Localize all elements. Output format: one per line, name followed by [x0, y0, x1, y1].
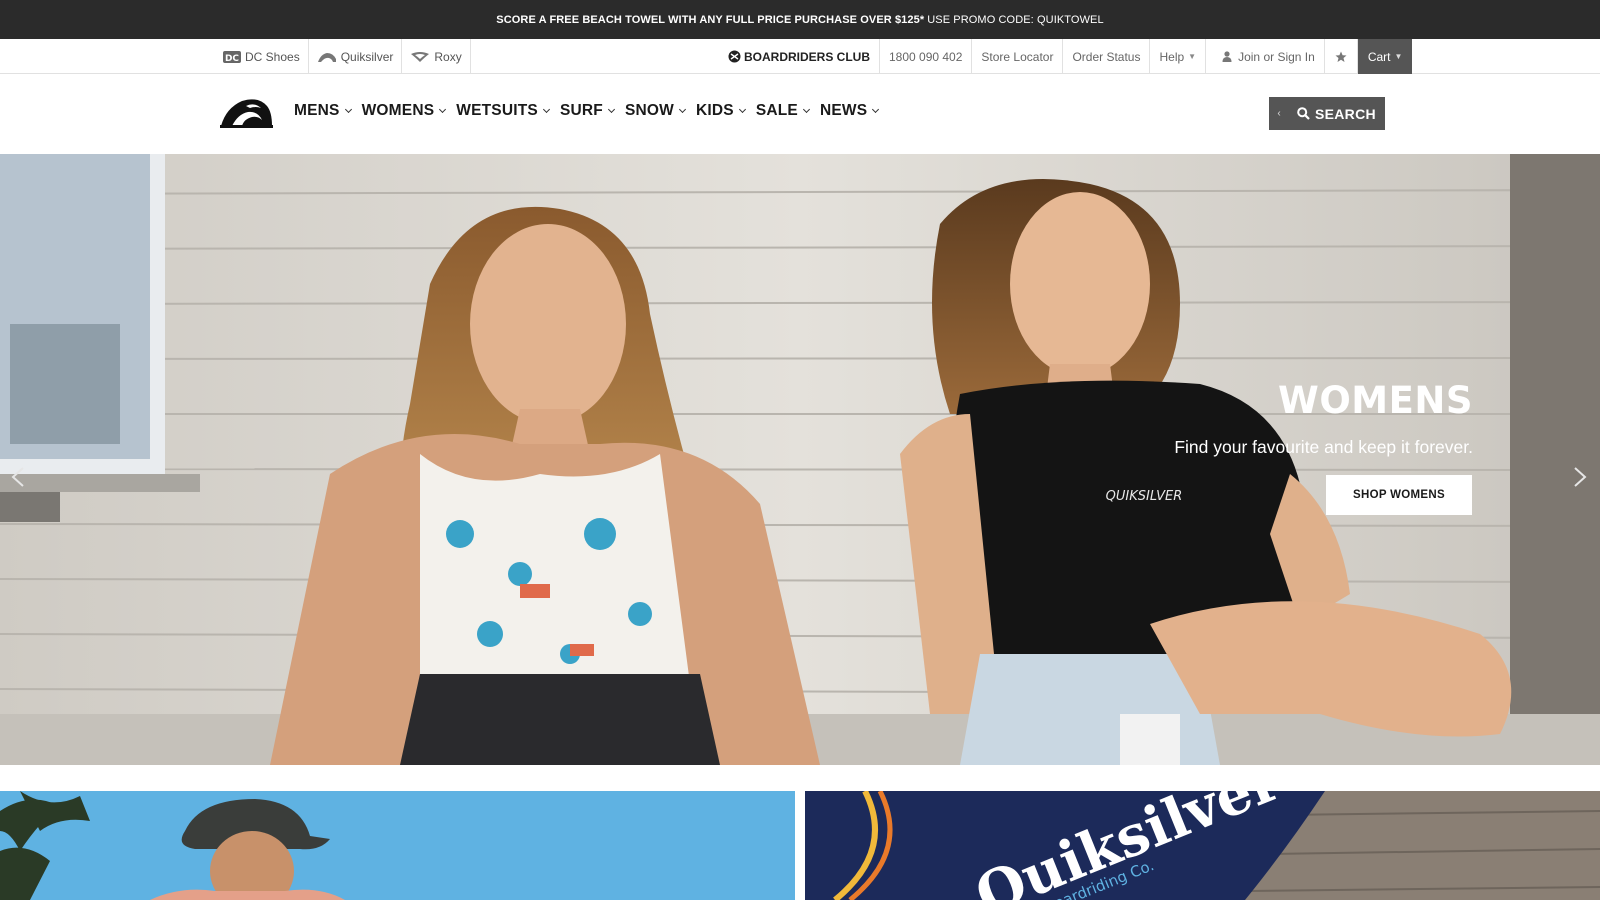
nav-item-womens[interactable]: WOMENS — [361, 102, 447, 120]
brand-link-roxy[interactable]: Roxy — [402, 39, 471, 74]
boardriders-club-link[interactable]: BOARDRIDERS CLUB — [719, 39, 880, 74]
quiksilver-wave-logo-icon — [220, 99, 273, 128]
dc-shoes-logo-icon: DC — [223, 50, 241, 64]
nav-label: WETSUITS — [456, 102, 538, 119]
store-locator-link[interactable]: Store Locator — [972, 39, 1064, 74]
quiksilver-logo-icon — [317, 52, 336, 62]
chevron-down-icon — [738, 105, 746, 114]
search-icon — [1297, 107, 1310, 120]
nav-item-surf[interactable]: SURF — [559, 102, 615, 120]
shirt-logo-text: QUIKSILVER — [1106, 489, 1183, 504]
hero-photo: QUIKSILVER — [0, 154, 1600, 765]
cart-label: Cart — [1367, 49, 1391, 64]
primary-menu: MENS WOMENS WETSUITS SURF SNOW KIDS SALE… — [294, 102, 889, 120]
chevron-down-icon — [439, 105, 447, 114]
hero-title: WOMENS — [1278, 379, 1473, 422]
tile-photo-mens — [0, 791, 795, 900]
join-sign-in-label: Join or Sign In — [1238, 49, 1315, 64]
roxy-logo-icon — [411, 51, 430, 62]
nav-item-wetsuits[interactable]: WETSUITS — [456, 102, 550, 120]
chevron-down-icon — [607, 105, 615, 114]
main-navigation: MENS WOMENS WETSUITS SURF SNOW KIDS SALE… — [0, 74, 1600, 154]
chevron-down-icon — [678, 105, 687, 114]
cart-dropdown[interactable]: Cart ▼ — [1357, 39, 1413, 74]
chevron-down-icon — [542, 105, 550, 114]
promo-banner[interactable]: SCORE A FREE BEACH TOWEL WITH ANY FULL P… — [0, 0, 1600, 39]
brand-label: Roxy — [434, 49, 462, 64]
chevron-down-icon — [344, 105, 352, 114]
nav-item-snow[interactable]: SNOW — [624, 102, 687, 120]
chevron-down-icon: ▼ — [1188, 52, 1197, 61]
quiksilver-home-logo[interactable] — [220, 96, 273, 128]
nav-label: NEWS — [819, 102, 868, 119]
user-icon — [1222, 51, 1232, 62]
nav-item-mens[interactable]: MENS — [294, 102, 352, 120]
order-status-link[interactable]: Order Status — [1063, 39, 1151, 74]
nav-label: KIDS — [695, 102, 734, 119]
chevron-down-icon: ▼ — [1394, 52, 1403, 61]
nav-label: SALE — [755, 102, 798, 119]
chevron-left-icon: ‹ — [1277, 108, 1281, 119]
nav-label: MENS — [294, 102, 340, 119]
shop-womens-button[interactable]: SHOP WOMENS — [1326, 475, 1472, 515]
join-sign-in-link[interactable]: Join or Sign In — [1206, 39, 1325, 74]
wishlist-button[interactable] — [1325, 39, 1358, 74]
help-label: Help — [1159, 49, 1185, 64]
brand-label: Quiksilver — [340, 49, 394, 64]
carousel-next-icon[interactable] — [1568, 466, 1590, 488]
chevron-down-icon — [802, 105, 811, 114]
hero-subtitle: Find your favourite and keep it forever. — [1174, 437, 1473, 457]
hero-copy: WOMENS Find your favourite and keep it f… — [1174, 382, 1473, 458]
phone-number[interactable]: 1800 090 402 — [880, 39, 973, 74]
promo-offer-text: SCORE A FREE BEACH TOWEL WITH ANY FULL P… — [496, 13, 925, 26]
nav-item-sale[interactable]: SALE — [755, 102, 811, 120]
promo-tile-mens[interactable] — [0, 791, 795, 900]
svg-text:DC: DC — [225, 54, 239, 64]
hero-banner[interactable]: QUIKSILVER WOMENS Find your favourite an… — [0, 154, 1600, 765]
search-button[interactable]: ‹ SEARCH — [1269, 97, 1385, 130]
nav-label: SNOW — [624, 102, 674, 119]
brand-link-quiksilver[interactable]: Quiksilver — [309, 39, 403, 74]
brand-link-dc-shoes[interactable]: DC DC Shoes — [215, 39, 309, 74]
boardriders-club-label: BOARDRIDERS CLUB — [744, 49, 870, 64]
nav-item-kids[interactable]: KIDS — [695, 102, 746, 120]
nav-item-news[interactable]: NEWS — [819, 102, 880, 120]
utility-links: BOARDRIDERS CLUB 1800 090 402 Store Loca… — [719, 39, 1413, 74]
help-dropdown[interactable]: Help ▼ — [1150, 39, 1207, 74]
search-label: SEARCH — [1315, 105, 1376, 122]
carousel-prev-icon[interactable] — [8, 466, 30, 488]
nav-label: WOMENS — [361, 102, 435, 119]
utility-bar: DC DC Shoes Quiksilver Roxy BOARDRIDERS … — [0, 39, 1600, 74]
brand-switcher: DC DC Shoes Quiksilver Roxy — [215, 39, 471, 74]
promo-code-text: USE PROMO CODE: QUIKTOWEL — [927, 13, 1104, 26]
chevron-down-icon — [872, 105, 880, 114]
nav-label: SURF — [559, 102, 603, 119]
tile-photo-towel: Quiksilver al Boardriding Co. — [805, 791, 1600, 900]
promo-tile-towel[interactable]: Quiksilver al Boardriding Co. — [805, 791, 1600, 900]
star-icon — [1335, 51, 1347, 62]
brand-label: DC Shoes — [245, 49, 300, 64]
boardriders-club-icon — [728, 50, 741, 63]
